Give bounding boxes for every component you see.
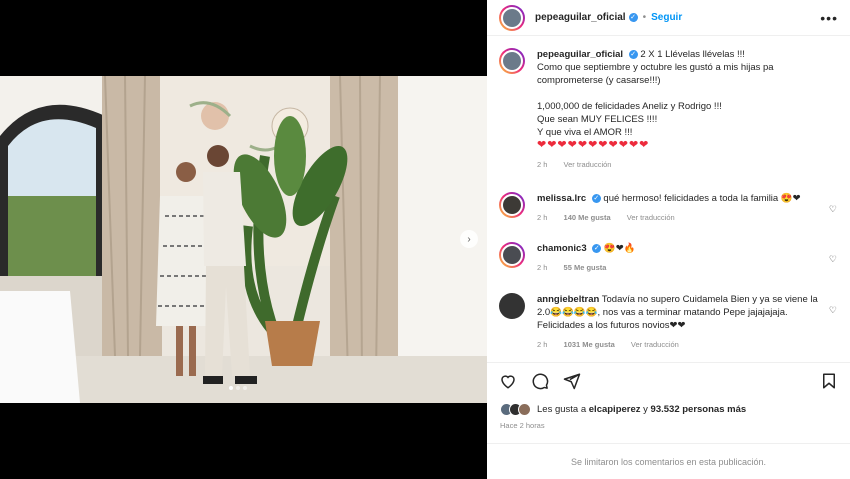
bookmark-icon[interactable]: [820, 372, 838, 390]
separator-dot: •: [642, 12, 647, 23]
comment-time[interactable]: 2 h: [537, 160, 547, 169]
carousel-dot: [236, 386, 240, 390]
comment-meta: 2 h 55 Me gusta: [537, 261, 827, 274]
likes-prefix: Les gusta a: [537, 404, 587, 415]
comment-text: chamonic3 ✓ 😍❤🔥 2 h 55 Me gusta: [537, 242, 827, 274]
comment-item: anngiebeltran Todavía no supero Cuidamel…: [499, 293, 839, 351]
comment-meta: 2 h Ver traducción: [537, 158, 827, 171]
avatar[interactable]: [499, 4, 525, 31]
verified-badge-icon: ✓: [628, 49, 638, 59]
comment-item: chamonic3 ✓ 😍❤🔥 2 h 55 Me gusta ♡: [499, 242, 839, 274]
liker-username[interactable]: elcapiperez: [589, 404, 641, 415]
like-comment-heart-icon[interactable]: ♡: [829, 305, 837, 316]
next-photo-button[interactable]: ›: [460, 230, 478, 248]
comment-body: 😍❤🔥: [603, 243, 636, 254]
caption-text: pepeaguilar_oficial ✓ 2 X 1 Llévelas llé…: [537, 48, 827, 171]
post-side-panel: pepeaguilar_oficial ✓ • Seguir ••• pepea…: [487, 0, 850, 479]
post-actions-bar: [487, 362, 850, 398]
comment-username[interactable]: melissa.lrc: [537, 193, 586, 204]
comment-time[interactable]: 2 h: [537, 263, 547, 272]
comment-time[interactable]: 2 h: [537, 213, 547, 222]
comment-meta: 2 h 140 Me gusta Ver traducción: [537, 211, 827, 224]
comment-icon[interactable]: [531, 372, 549, 390]
caption-hearts: ❤❤❤❤❤❤❤❤❤❤❤: [537, 139, 650, 151]
instagram-post: › pepeaguilar_oficial ✓ • Seguir ••• pep…: [0, 0, 850, 479]
likes-count[interactable]: 93.532 personas más: [651, 404, 747, 415]
like-comment-heart-icon[interactable]: ♡: [829, 204, 837, 215]
comments-list[interactable]: pepeaguilar_oficial ✓ 2 X 1 Llévelas llé…: [487, 40, 850, 362]
see-translation-link[interactable]: Ver traducción: [564, 160, 612, 169]
carousel-dot: [243, 386, 247, 390]
follow-button[interactable]: Seguir: [651, 12, 682, 23]
comment-likes[interactable]: 1031 Me gusta: [564, 340, 615, 349]
likes-summary: Les gusta a elcapiperez y 93.532 persona…: [500, 403, 746, 416]
avatar[interactable]: [499, 242, 525, 268]
caption-line: Que sean MUY FELICES !!!!: [537, 114, 658, 125]
like-comment-heart-icon[interactable]: ♡: [829, 254, 837, 265]
avatar[interactable]: [518, 403, 531, 416]
comment-username[interactable]: anngiebeltran: [537, 294, 599, 305]
avatar[interactable]: [499, 293, 525, 319]
caption-line: 2 X 1 Llévelas llévelas !!!: [640, 49, 745, 60]
post-media-area: ›: [0, 0, 487, 479]
carousel-dot-active: [229, 386, 233, 390]
heart-icon[interactable]: [499, 372, 517, 390]
post-header: pepeaguilar_oficial ✓ • Seguir •••: [487, 0, 850, 36]
caption-line: Y que viva el AMOR !!!: [537, 127, 633, 138]
verified-badge-icon: ✓: [592, 243, 602, 253]
comment-likes[interactable]: 55 Me gusta: [564, 263, 607, 272]
caption-line: 1,000,000 de felicidades Aneliz y Rodrig…: [537, 101, 722, 112]
caption-line: Como que septiembre y octubre les gustó …: [537, 62, 774, 86]
liker-avatars: [500, 403, 531, 416]
share-icon[interactable]: [563, 372, 581, 390]
comments-limited-notice: Se limitaron los comentarios en esta pub…: [487, 443, 850, 479]
verified-badge-icon: ✓: [628, 13, 638, 22]
see-translation-link[interactable]: Ver traducción: [627, 213, 675, 222]
comment-meta: 2 h 1031 Me gusta Ver traducción: [537, 338, 827, 351]
caption-username[interactable]: pepeaguilar_oficial: [537, 49, 623, 60]
post-photo-image: [0, 76, 487, 403]
comment-body: qué hermoso! felicidades a toda la famil…: [603, 193, 801, 204]
comment-time[interactable]: 2 h: [537, 340, 547, 349]
caption: pepeaguilar_oficial ✓ 2 X 1 Llévelas llé…: [499, 48, 839, 171]
avatar[interactable]: [499, 192, 525, 218]
comment-text: melissa.lrc ✓ qué hermoso! felicidades a…: [537, 192, 827, 224]
see-translation-link[interactable]: Ver traducción: [631, 340, 679, 349]
chevron-right-icon: ›: [467, 233, 471, 245]
comment-likes[interactable]: 140 Me gusta: [564, 213, 611, 222]
post-photo[interactable]: [0, 76, 487, 403]
more-options-button[interactable]: •••: [820, 11, 838, 25]
post-timestamp[interactable]: Hace 2 horas: [500, 421, 545, 430]
likes-middle: y: [643, 404, 648, 415]
carousel-indicator: [229, 386, 247, 390]
avatar[interactable]: [499, 48, 525, 74]
comment-username[interactable]: chamonic3: [537, 243, 587, 254]
comment-text: anngiebeltran Todavía no supero Cuidamel…: [537, 293, 827, 351]
verified-badge-icon: ✓: [591, 193, 601, 203]
comment-item: melissa.lrc ✓ qué hermoso! felicidades a…: [499, 192, 839, 224]
post-author-username[interactable]: pepeaguilar_oficial: [535, 12, 626, 23]
